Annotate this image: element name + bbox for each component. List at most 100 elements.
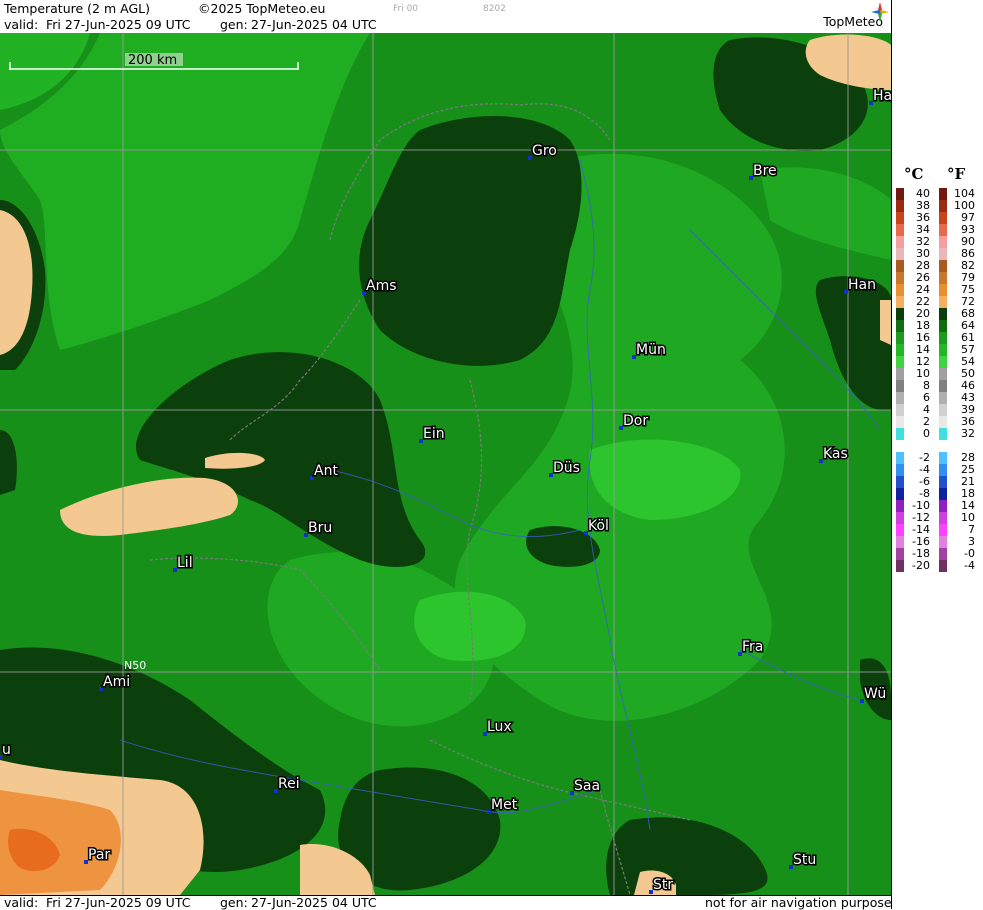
temperature-map[interactable]: 200 km N50 Ha Gro Bre Ams Han Mün Ein Dor Düs Kas… [0,33,891,895]
legend-swatch-c [896,212,904,224]
map-header: Temperature (2 m AGL) ©2025 TopMeteo.eu … [0,0,891,34]
legend-swatch-c [896,308,904,320]
city-marker-str[interactable]: Str [649,876,675,895]
city-marker-mün[interactable]: Mün [632,341,667,360]
valid-time: Fri 27-Jun-2025 09 UTC [46,17,191,32]
latitude-label: N50 [124,659,146,672]
city-label: Gro [532,143,557,159]
city-marker-ami[interactable]: Ami [99,673,132,692]
legend-swatch-f [939,488,947,500]
city-marker-met[interactable]: Met [487,796,519,815]
city-label: Bru [308,520,332,536]
city-label: Bre [753,163,777,179]
city-marker-ant[interactable]: Ant [310,462,340,481]
legend-swatch-c [896,392,904,404]
legend-swatch-c [896,248,904,260]
gen-label: gen: [220,17,248,32]
legend-swatch-c [896,344,904,356]
legend-swatch-f [939,428,947,440]
city-marker-par[interactable]: Par [84,846,112,865]
legend-swatch-c [896,332,904,344]
city-label: u [2,742,11,758]
footer-gen-label: gen: [220,895,248,910]
city-label: Str [653,877,673,893]
legend-swatch-f [939,560,947,572]
temperature-legend: °C °F 40 104 38 100 36 97 34 93 32 90 30 86 28 82 26 79… [891,0,983,909]
city-marker-lux[interactable]: Lux [483,718,513,737]
city-marker-han[interactable]: Han [844,276,877,295]
legend-swatch-f [939,344,947,356]
city-label: Wü [864,686,886,702]
legend-swatch-c [896,500,904,512]
legend-swatch-c [896,476,904,488]
legend-swatch-f [939,464,947,476]
city-marker-bre[interactable]: Bre [749,162,778,181]
product-title: Temperature (2 m AGL) [4,1,150,16]
legend-swatch-f [939,308,947,320]
city-marker-köl[interactable]: Köl [584,517,610,536]
city-label: Ant [314,463,338,479]
legend-fahrenheit-label: -4 [964,559,975,572]
legend-swatch-c [896,224,904,236]
legend-swatch-f [939,452,947,464]
city-label: Ams [366,278,397,294]
city-label: Lux [487,719,512,735]
city-marker-ams[interactable]: Ams [362,277,398,296]
product-code: 8202 [483,4,506,14]
city-marker-saa[interactable]: Saa [570,777,602,796]
celsius-unit: °C [904,165,924,183]
legend-swatch-c [896,428,904,440]
legend-swatch-f [939,212,947,224]
city-marker-fra[interactable]: Fra [738,638,765,657]
city-label: Saa [574,778,600,794]
scale-label: 200 km [128,53,177,68]
legend-swatch-c [896,536,904,548]
disclaimer: not for air navigation purposes [705,895,899,910]
legend-swatch-f [939,188,947,200]
city-label: Ami [103,674,130,690]
city-label: Met [491,797,518,813]
city-marker-kas[interactable]: Kas [819,445,849,464]
legend-swatch-f [939,476,947,488]
legend-swatch-f [939,272,947,284]
legend-swatch-f [939,296,947,308]
fahrenheit-unit: °F [947,165,966,183]
city-marker-gro[interactable]: Gro [528,142,558,161]
legend-swatch-f [939,416,947,428]
legend-swatch-c [896,188,904,200]
legend-swatch-f [939,380,947,392]
legend-swatch-c [896,200,904,212]
city-marker-ein[interactable]: Ein [419,425,446,444]
legend-swatch-c [896,416,904,428]
legend-celsius-label: -20 [912,559,930,572]
legend-swatch-c [896,560,904,572]
legend-swatch-c [896,236,904,248]
city-marker-u[interactable]: u [0,741,12,760]
city-label: Stu [793,852,816,868]
city-label: Han [848,277,876,293]
city-marker-ha[interactable]: Ha [869,87,891,106]
city-label: Dor [623,413,648,429]
legend-swatch-f [939,236,947,248]
legend-swatch-c [896,548,904,560]
legend-swatch-f [939,332,947,344]
city-marker-düs[interactable]: Düs [549,459,581,478]
legend-swatch-c [896,488,904,500]
city-marker-bru[interactable]: Bru [304,519,334,538]
legend-swatch-f [939,404,947,416]
legend-celsius-label: 0 [923,427,930,440]
city-marker-stu[interactable]: Stu [789,851,818,870]
city-marker-wü[interactable]: Wü [860,685,888,704]
legend-swatch-f [939,524,947,536]
footer-gen-time: 27-Jun-2025 04 UTC [251,895,377,910]
city-marker-rei[interactable]: Rei [274,775,301,794]
map-footer: valid: Fri 27-Jun-2025 09 UTC gen: 27-Ju… [0,895,898,910]
gen-time: 27-Jun-2025 04 UTC [251,17,377,32]
legend-swatch-f [939,248,947,260]
legend-swatch-f [939,200,947,212]
legend-swatch-f [939,536,947,548]
legend-swatch-f [939,548,947,560]
city-marker-dor[interactable]: Dor [619,412,650,431]
legend-swatch-c [896,272,904,284]
legend-swatch-f [939,284,947,296]
